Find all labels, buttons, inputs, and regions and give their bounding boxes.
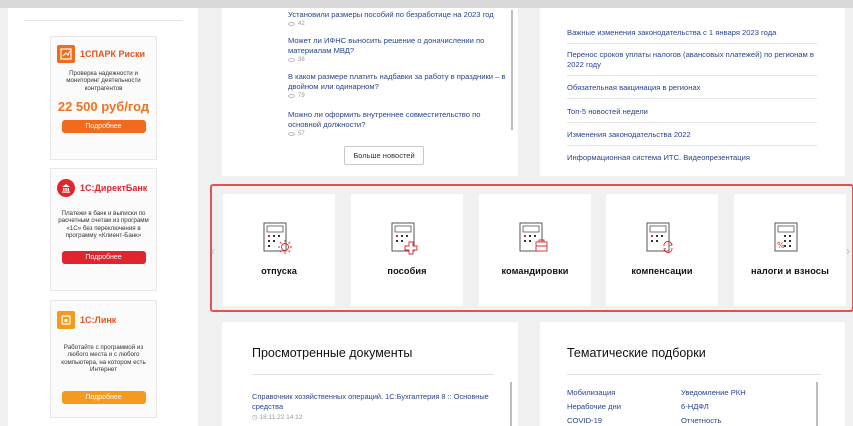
important-link[interactable]: Перенос сроков уплаты налогов (авансовых… bbox=[567, 50, 817, 70]
themed-link[interactable]: Мобилизация bbox=[567, 388, 615, 397]
themed-link[interactable]: Нерабочие дни bbox=[567, 402, 621, 411]
ad-directbank[interactable]: 1С:ДиректБанк Платежи в банк и выписки п… bbox=[50, 168, 157, 291]
svg-text:%: % bbox=[777, 241, 785, 250]
directbank-logo-icon bbox=[57, 179, 75, 197]
news-views-count: 57 bbox=[298, 131, 305, 137]
viewed-document-date-value: 18.11.22 14:12 bbox=[259, 414, 303, 421]
themed-collections-card: Тематические подборки Мобилизация Нерабо… bbox=[540, 322, 845, 426]
link-divider bbox=[567, 145, 817, 146]
important-link[interactable]: Обязательная вакцинация в регионах bbox=[567, 83, 817, 93]
themed-link[interactable]: 6-НДФЛ bbox=[681, 402, 709, 411]
link-divider bbox=[567, 98, 817, 99]
news-views-count: 38 bbox=[298, 57, 305, 63]
important-link[interactable]: Информационная система ИТС. Видеопрезент… bbox=[567, 153, 817, 163]
ad-spark-text: Проверка надежности и мониторинг деятель… bbox=[66, 70, 141, 92]
viewed-scrollbar[interactable] bbox=[510, 382, 512, 426]
news-scrollbar[interactable] bbox=[511, 10, 513, 130]
eye-icon bbox=[288, 132, 295, 136]
news-views: 42 bbox=[288, 21, 514, 27]
viewed-divider bbox=[252, 374, 494, 375]
eye-icon bbox=[288, 22, 295, 26]
news-link[interactable]: Может ли ИФНС выносить решение о доначис… bbox=[288, 36, 514, 56]
ad-spark-price: 22 500 руб/год bbox=[57, 99, 150, 115]
carousel-prev-arrow[interactable]: ‹ bbox=[211, 244, 215, 258]
spark-logo-icon bbox=[57, 45, 75, 63]
ad-directbank-text: Платежи в банк и выписки по расчетным сч… bbox=[58, 210, 149, 240]
ad-link-logo-text: 1С:Линк bbox=[80, 315, 117, 325]
link-divider bbox=[567, 122, 817, 123]
calculator-compensation[interactable]: компенсации bbox=[606, 194, 718, 306]
ad-directbank-logo: 1С:ДиректБанк bbox=[51, 169, 156, 201]
viewed-document-link[interactable]: Справочник хозяйственных операций. 1С:Бу… bbox=[252, 392, 500, 412]
link-divider bbox=[567, 75, 817, 76]
ad-directbank-logo-text: 1С:ДиректБанк bbox=[80, 183, 148, 193]
calculator-taxes[interactable]: % налоги и взносы bbox=[734, 194, 846, 306]
eye-icon bbox=[288, 58, 295, 62]
viewed-documents-card: Просмотренные документы Справочник хозяй… bbox=[222, 322, 518, 426]
themed-link[interactable]: Отчетность bbox=[681, 416, 721, 425]
calculator-label: пособия bbox=[387, 266, 427, 276]
sun-icon bbox=[263, 222, 292, 254]
themed-link[interactable]: COVID-19 bbox=[567, 416, 602, 425]
ad-spark-logo: 1СПАРК Риски bbox=[51, 37, 156, 67]
news-views: 38 bbox=[288, 57, 514, 63]
themed-divider bbox=[567, 374, 821, 375]
link-divider bbox=[567, 43, 817, 44]
ad-link-text: Работайте с программой из любого места и… bbox=[61, 344, 146, 374]
link-logo-icon bbox=[57, 311, 75, 329]
calculator-label: компенсации bbox=[631, 266, 693, 276]
news-views-count: 42 bbox=[298, 21, 305, 27]
news-item: Установили размеры пособий по безработиц… bbox=[288, 10, 514, 27]
calculator-travel[interactable]: командировки bbox=[479, 194, 591, 306]
top-strip bbox=[0, 0, 853, 8]
themed-scrollbar[interactable] bbox=[816, 382, 818, 426]
ad-link-logo: 1С:Линк bbox=[51, 301, 156, 333]
news-link[interactable]: В каком размере платить надбавки за рабо… bbox=[288, 72, 514, 92]
percent-icon: % bbox=[774, 222, 798, 252]
ad-link[interactable]: 1С:Линк Работайте с программой из любого… bbox=[50, 300, 157, 418]
viewed-documents-title: Просмотренные документы bbox=[252, 346, 413, 360]
news-views: 79 bbox=[288, 93, 514, 99]
calculator-benefits[interactable]: пособия bbox=[351, 194, 463, 306]
sidebar-divider bbox=[24, 20, 182, 21]
calculator-label: отпуска bbox=[261, 266, 297, 276]
news-link[interactable]: Можно ли оформить внутреннее совместител… bbox=[288, 110, 514, 130]
news-link[interactable]: Установили размеры пособий по безработиц… bbox=[288, 10, 514, 20]
calculator-vacation[interactable]: отпуска bbox=[223, 194, 335, 306]
refresh-icon bbox=[646, 222, 673, 253]
ad-link-more-button[interactable]: Подробнее bbox=[61, 390, 146, 404]
news-views: 57 bbox=[288, 131, 514, 137]
carousel-next-arrow[interactable]: › bbox=[846, 244, 850, 258]
ad-spark[interactable]: 1СПАРК Риски Проверка надежности и монит… bbox=[50, 36, 157, 160]
cross-icon bbox=[391, 222, 418, 255]
important-link[interactable]: Важные изменения законодательства с 1 ян… bbox=[567, 28, 817, 38]
more-news-button[interactable]: Больше новостей bbox=[344, 146, 424, 165]
important-link[interactable]: Изменения законодательства 2022 bbox=[567, 130, 817, 140]
themed-link[interactable]: Уведомление РКН bbox=[681, 388, 746, 397]
news-item: Можно ли оформить внутреннее совместител… bbox=[288, 110, 514, 138]
calculator-label: налоги и взносы bbox=[751, 266, 829, 276]
news-views-count: 79 bbox=[298, 93, 305, 99]
eye-icon bbox=[288, 94, 295, 98]
ad-spark-more-button[interactable]: Подробнее bbox=[61, 120, 146, 134]
ad-directbank-more-button[interactable]: Подробнее bbox=[61, 250, 146, 264]
themed-collections-title: Тематические подборки bbox=[567, 346, 706, 360]
suitcase-icon bbox=[519, 222, 548, 252]
news-item: Может ли ИФНС выносить решение о доначис… bbox=[288, 36, 514, 63]
important-links-card: Важные изменения законодательства с 1 ян… bbox=[540, 8, 845, 176]
news-item: В каком размере платить надбавки за рабо… bbox=[288, 72, 514, 99]
calculator-label: командировки bbox=[501, 266, 569, 276]
viewed-document-date: ◷ 18.11.22 14:12 bbox=[252, 414, 303, 421]
ad-spark-logo-text: 1СПАРК Риски bbox=[80, 49, 146, 59]
important-link[interactable]: Топ-5 новостей недели bbox=[567, 107, 817, 117]
